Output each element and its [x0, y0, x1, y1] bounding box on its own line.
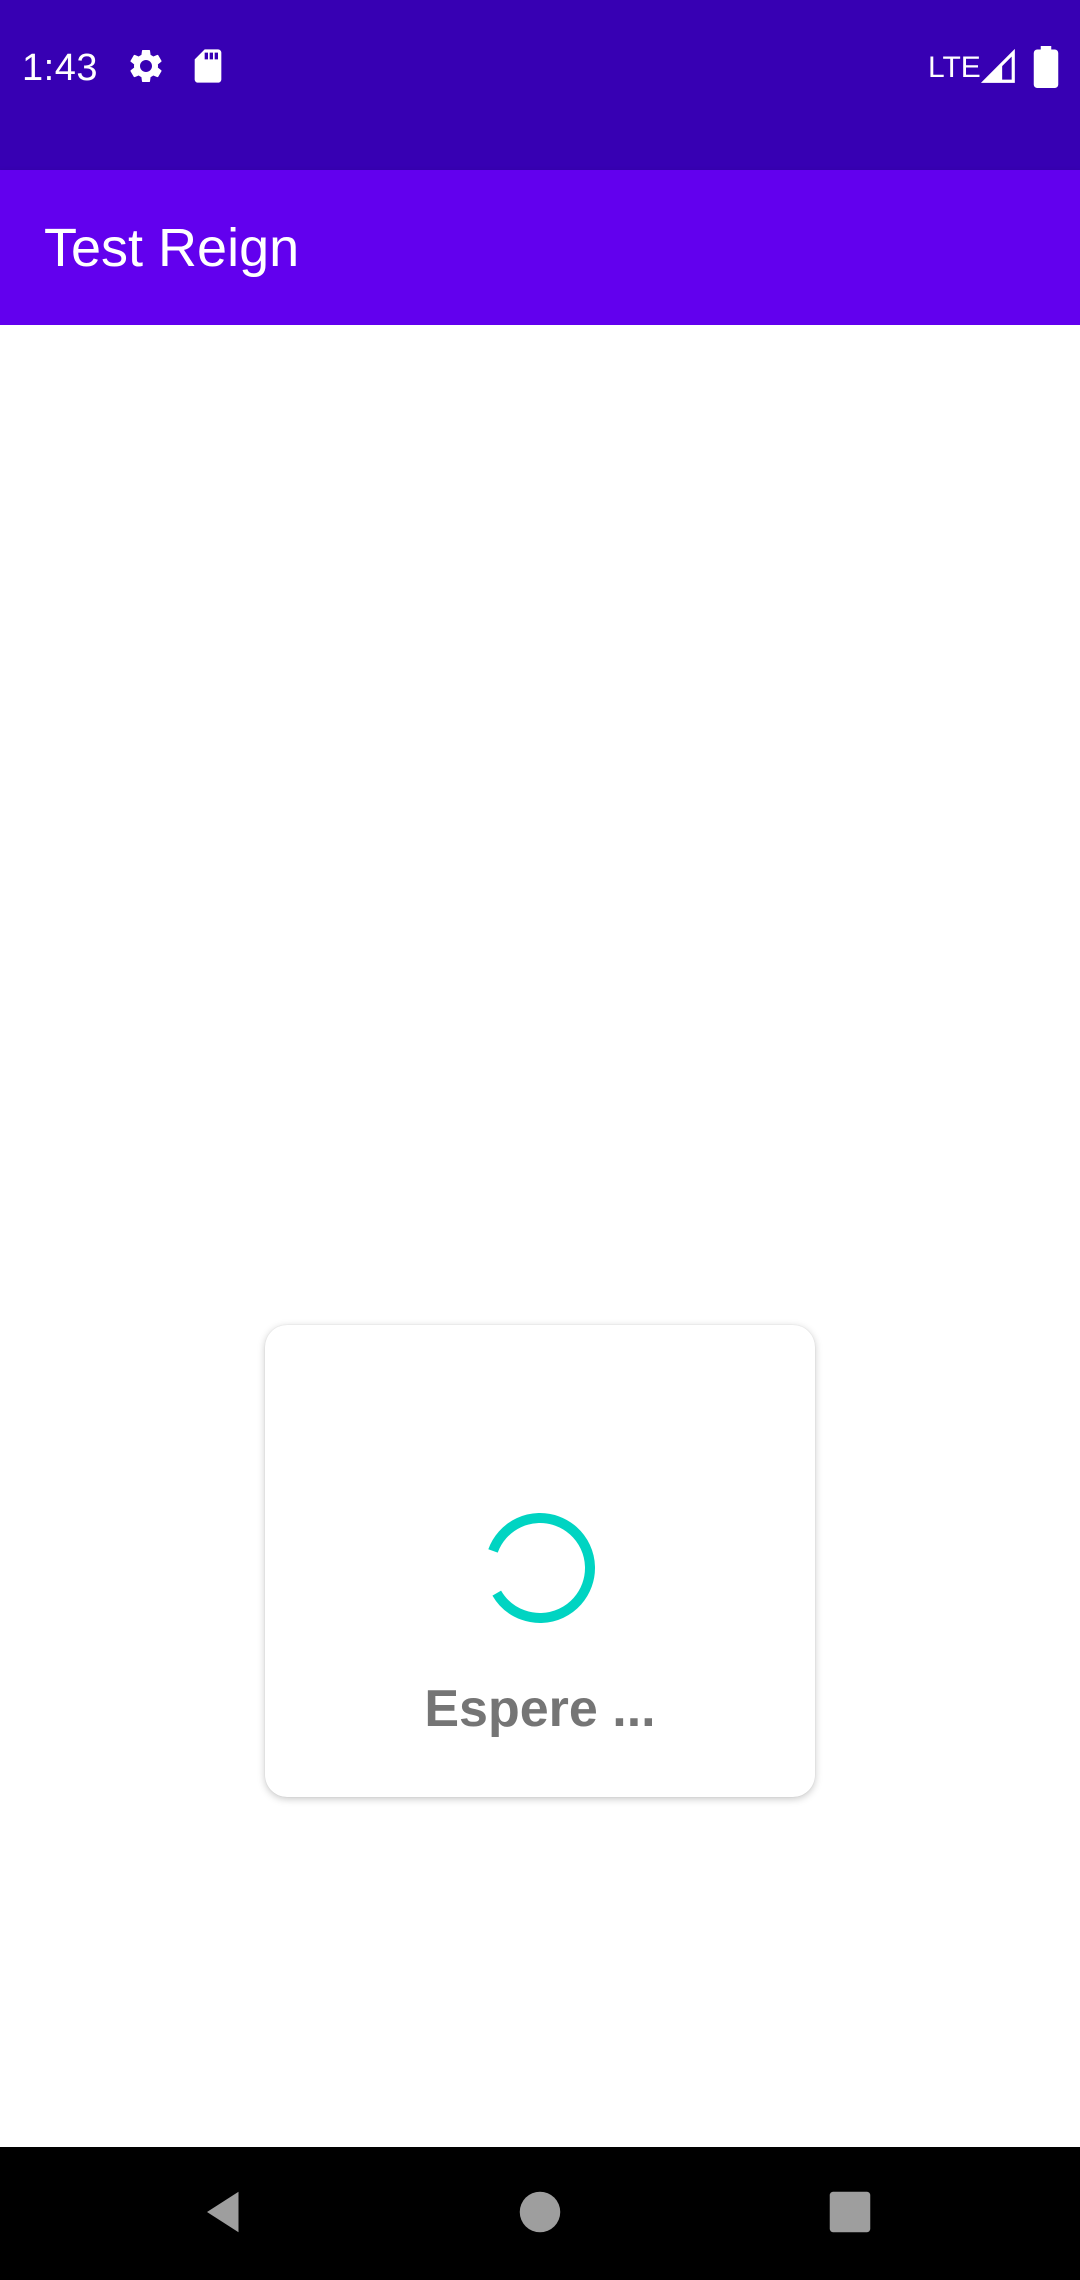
- network-type: LTE: [928, 51, 981, 84]
- loading-dialog: Espere ...: [265, 1325, 815, 1797]
- recents-button[interactable]: [805, 2167, 895, 2257]
- navigation-bar: [0, 2147, 1080, 2280]
- battery-icon: [1033, 46, 1059, 88]
- back-button[interactable]: [180, 2167, 270, 2257]
- home-button[interactable]: [495, 2167, 585, 2257]
- status-bar: 1:43 LTE: [0, 0, 1080, 170]
- main-content: Espere ...: [0, 325, 1080, 2147]
- app-bar: Test Reign: [0, 170, 1080, 325]
- status-time: 1:43: [22, 47, 98, 89]
- loading-message: Espere ...: [424, 1680, 656, 1738]
- settings-icon: [130, 49, 162, 82]
- home-icon: [519, 2191, 561, 2233]
- back-icon: [207, 2191, 239, 2233]
- loading-spinner-icon: [485, 1513, 595, 1623]
- sd-card-icon: [194, 49, 222, 83]
- signal-icon: [980, 48, 1015, 83]
- recents-icon: [829, 2191, 871, 2233]
- app-title: Test Reign: [44, 218, 300, 278]
